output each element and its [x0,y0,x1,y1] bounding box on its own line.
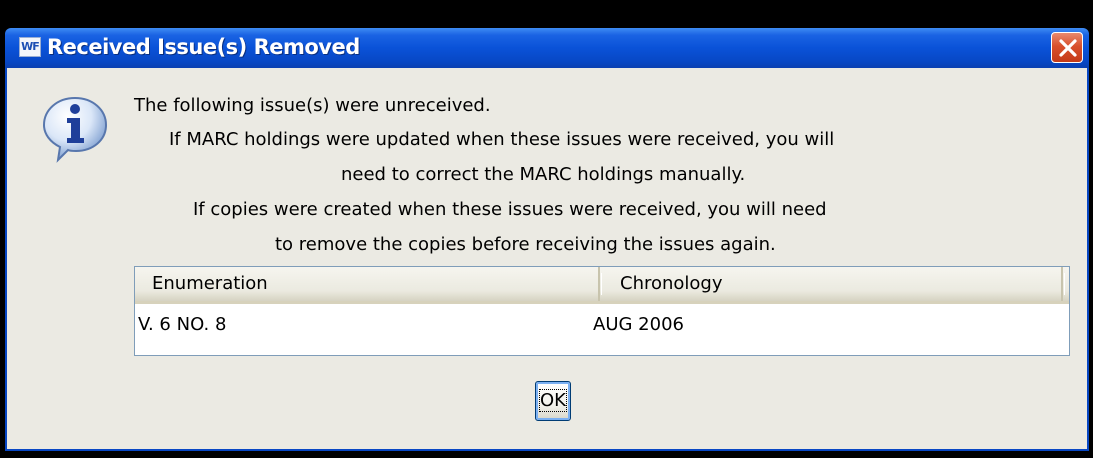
cell-chronology: AUG 2006 [593,314,684,335]
message-line: If MARC holdings were updated when these… [169,129,835,150]
message-line: need to correct the MARC holdings manual… [341,164,746,185]
table-header: Enumeration Chronology [135,267,1069,304]
message-line: The following issue(s) were unreceived. [134,95,491,116]
cell-enumeration: V. 6 NO. 8 [138,314,227,335]
window-title: Received Issue(s) Removed [47,35,360,59]
dialog-window: WF Received Issue(s) Removed The followi… [0,0,1093,458]
message-line: If copies were created when these issues… [193,199,827,220]
message-text: The following issue(s) were unreceived. … [7,68,1087,268]
column-header-chronology[interactable]: Chronology [603,267,1065,301]
ok-button-label: OK [539,389,567,412]
close-icon [1059,39,1077,57]
issues-table: Enumeration Chronology V. 6 NO. 8 AUG 20… [134,266,1070,356]
close-button[interactable] [1051,32,1083,63]
ok-button[interactable]: OK [535,381,571,421]
app-icon: WF [19,37,41,57]
title-bar[interactable]: WF Received Issue(s) Removed [5,28,1089,68]
table-row[interactable]: V. 6 NO. 8 AUG 2006 [135,307,1069,343]
dialog-body: The following issue(s) were unreceived. … [5,68,1089,451]
message-line: to remove the copies before receiving th… [275,234,776,255]
column-header-enumeration[interactable]: Enumeration [135,267,602,301]
